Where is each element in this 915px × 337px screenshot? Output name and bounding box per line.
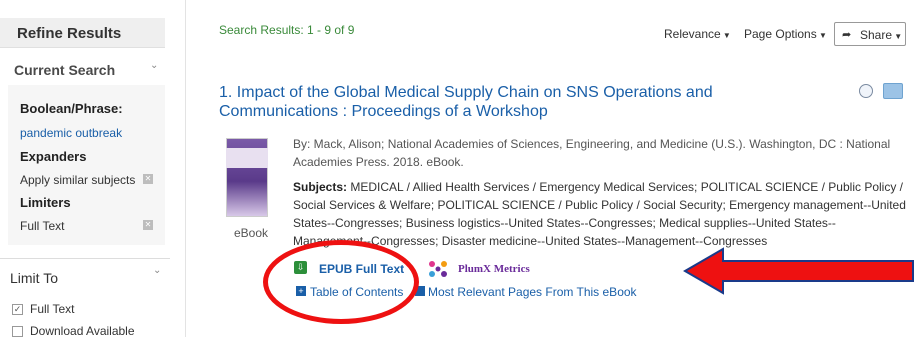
- divider: [0, 258, 170, 259]
- annotation-arrow-icon: [683, 247, 914, 295]
- sort-dropdown[interactable]: Relevance ▼: [664, 27, 731, 41]
- share-label: Share: [860, 28, 893, 42]
- plumx-metrics-link[interactable]: PlumX Metrics: [458, 263, 530, 275]
- chevron-down-icon[interactable]: ⌄: [153, 265, 161, 276]
- result-title: 1. Impact of the Global Medical Supply C…: [219, 83, 779, 121]
- boolean-phrase-label: Boolean/Phrase:: [20, 101, 123, 116]
- subjects-text: MEDICAL / Allied Health Services / Emerg…: [293, 180, 906, 248]
- result-title-link[interactable]: Impact of the Global Medical Supply Chai…: [219, 84, 713, 120]
- limiters-label: Limiters: [20, 195, 71, 210]
- annotation-circle: [263, 240, 419, 324]
- full-text-option-label[interactable]: Full Text: [30, 302, 74, 316]
- preview-icon[interactable]: [859, 84, 873, 98]
- format-label: eBook: [234, 226, 269, 240]
- share-arrow-icon: ➦: [842, 29, 852, 41]
- result-subjects: Subjects: MEDICAL / Allied Health Servic…: [293, 178, 908, 250]
- caret-down-icon: ▼: [892, 32, 903, 41]
- refine-results-header: Refine Results: [0, 18, 165, 48]
- result-number: 1.: [219, 84, 233, 101]
- expander-item: Apply similar subjects: [20, 173, 136, 187]
- page-options-dropdown[interactable]: Page Options ▼: [744, 27, 827, 41]
- search-term-link[interactable]: pandemic outbreak: [20, 126, 122, 140]
- add-to-folder-icon[interactable]: [883, 83, 903, 99]
- share-button[interactable]: ➦ Share ▼: [834, 22, 906, 46]
- sidebar-divider: [185, 0, 186, 337]
- most-relevant-pages-link[interactable]: Most Relevant Pages From This eBook: [428, 285, 637, 299]
- remove-limiter-icon[interactable]: ✕: [143, 220, 153, 230]
- limiter-item: Full Text: [20, 219, 65, 233]
- caret-down-icon: ▼: [816, 31, 827, 40]
- results-count: Search Results: 1 - 9 of 9: [219, 23, 355, 37]
- plumx-icon: [429, 261, 447, 277]
- current-search-heading[interactable]: Current Search: [14, 62, 115, 78]
- caret-down-icon: ▼: [720, 31, 731, 40]
- page-options-label: Page Options: [744, 27, 817, 41]
- subjects-label: Subjects:: [293, 180, 348, 194]
- expanders-label: Expanders: [20, 149, 87, 164]
- sort-label: Relevance: [664, 27, 721, 41]
- limit-to-heading[interactable]: Limit To: [10, 270, 58, 286]
- book-cover-band: [226, 148, 268, 168]
- chevron-down-icon[interactable]: ⌄: [150, 60, 158, 71]
- remove-expander-icon[interactable]: ✕: [143, 174, 153, 184]
- refine-results-title: Refine Results: [17, 25, 122, 42]
- sidebar: Refine Results Current Search ⌄ Boolean/…: [0, 0, 185, 337]
- full-text-checkbox[interactable]: ✓: [12, 304, 23, 315]
- download-available-checkbox[interactable]: [12, 326, 23, 337]
- download-available-option-label[interactable]: Download Available: [30, 324, 135, 337]
- result-byline: By: Mack, Alison; National Academies of …: [293, 137, 891, 169]
